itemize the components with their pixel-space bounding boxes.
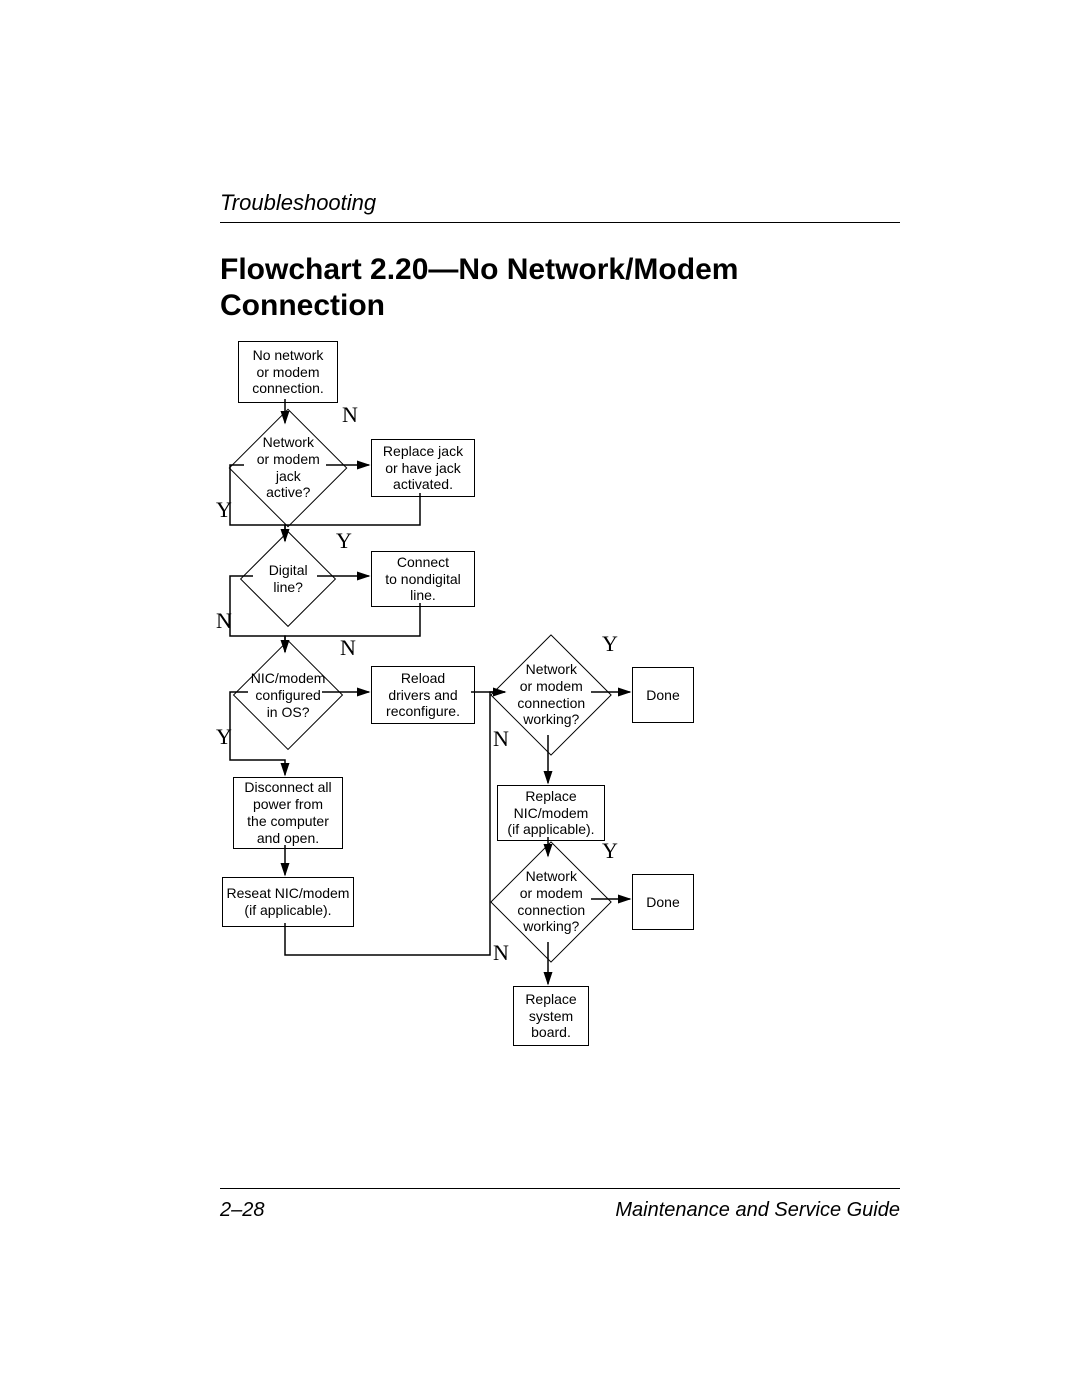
guide-name: Maintenance and Service Guide — [615, 1199, 900, 1222]
page-number: 2–28 — [220, 1199, 265, 1222]
page-footer: 2–28 Maintenance and Service Guide — [220, 1188, 900, 1222]
